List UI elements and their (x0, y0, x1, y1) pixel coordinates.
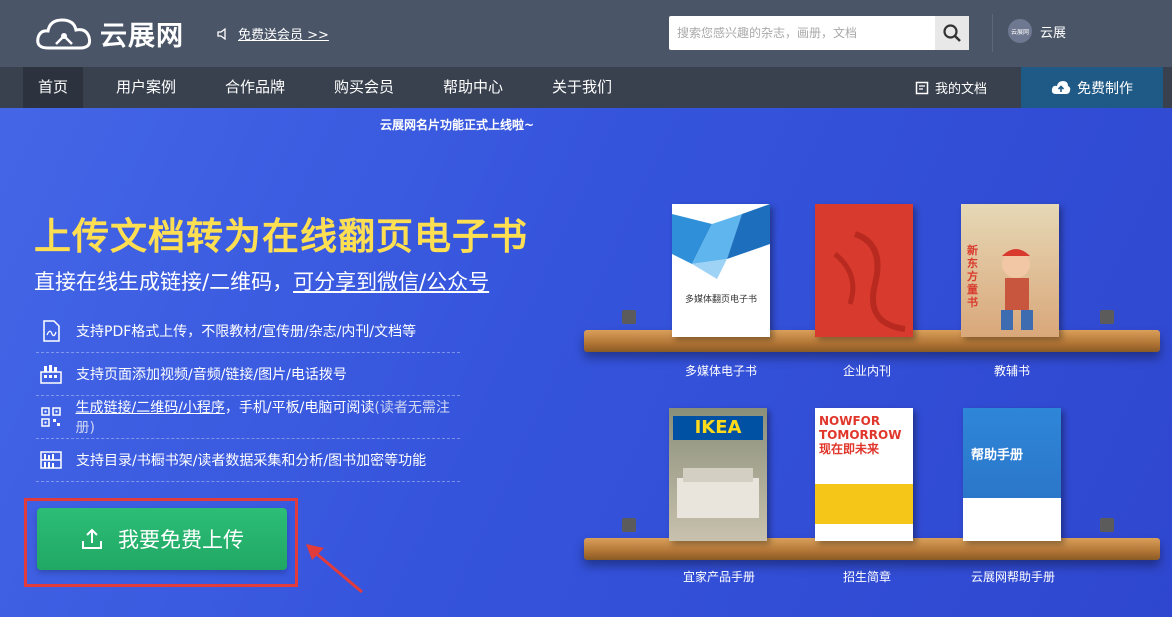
hero-subline: 直接在线生成链接/二维码，可分享到微信/公众号 (34, 266, 489, 296)
shelf-bracket (1100, 518, 1114, 532)
header-divider (992, 14, 993, 52)
feature-text-rest: ，手机/平板/电脑可阅读 (224, 400, 375, 416)
book-cover-title: NOWFOR TOMORROW 现在即未来 (819, 414, 902, 456)
nav-item-cases[interactable]: 用户案例 (104, 67, 188, 108)
nav-item-membership[interactable]: 购买会员 (322, 67, 406, 108)
feature-item: 支持目录/书橱书架/读者数据采集和分析/图书加密等功能 (36, 439, 460, 482)
book-cover-title: 新东方童书 (967, 244, 978, 309)
shelf-bracket (622, 310, 636, 324)
search-bar (669, 16, 969, 50)
feature-text: 支持目录/书橱书架/读者数据采集和分析/图书加密等功能 (76, 453, 427, 469)
nav-item-brands[interactable]: 合作品牌 (213, 67, 297, 108)
red-arrow-icon (306, 544, 363, 594)
subline-prefix: 直接在线生成链接/二维码， (34, 270, 294, 294)
book-tutoring[interactable]: 新东方童书 (961, 204, 1059, 337)
book-cover-art (833, 231, 906, 332)
hero-headline: 上传文档转为在线翻页电子书 (34, 215, 528, 258)
feature-item: 支持页面添加视频/音频/链接/图片/电话拨号 (36, 353, 460, 396)
book-label: 招生简章 (842, 570, 891, 584)
search-icon (943, 24, 961, 42)
my-documents-link[interactable]: 我的文档 (915, 67, 987, 108)
book-help-manual[interactable]: 帮助手册 (963, 408, 1061, 541)
media-icon (40, 363, 62, 385)
book-label: 宜家产品手册 (682, 570, 755, 584)
upload-icon (82, 528, 102, 549)
book-cover-title: IKEA (673, 416, 763, 440)
bookshelf-bottom (584, 538, 1160, 560)
document-icon (915, 81, 929, 94)
book-label: 多媒体电子书 (684, 364, 757, 378)
pdf-icon (40, 320, 62, 342)
shelf-bracket (622, 518, 636, 532)
avatar: 云展网 (1008, 19, 1032, 43)
free-upload-button[interactable]: 我要免费上传 (37, 508, 287, 570)
subline-link: 可分享到微信/公众号 (293, 270, 490, 294)
book-ikea[interactable]: IKEA (669, 408, 767, 541)
nav-item-help[interactable]: 帮助中心 (431, 67, 515, 108)
feature-item: 生成链接/二维码/小程序，手机/平板/电脑可阅读(读者无需注册) (36, 396, 460, 439)
cloud-upload-icon (1051, 80, 1071, 94)
feature-list: 支持PDF格式上传，不限教材/宣传册/杂志/内刊/文档等 支持页面添加视频/音频… (36, 310, 460, 482)
book-cover-art (672, 204, 770, 279)
book-label: 企业内刊 (842, 364, 891, 378)
feature-text: 支持PDF格式上传，不限教材/宣传册/杂志/内刊/文档等 (76, 324, 417, 340)
book-cover-title: 帮助手册 (971, 448, 1024, 463)
upload-label: 我要免费上传 (118, 528, 244, 552)
feature-link[interactable]: 生成链接/二维码/小程序 (75, 400, 224, 416)
shelf-bracket (1100, 310, 1114, 324)
feature-item: 支持PDF格式上传，不限教材/宣传册/杂志/内刊/文档等 (36, 310, 460, 353)
book-internal-magazine[interactable] (815, 204, 913, 337)
feature-text: 支持页面添加视频/音频/链接/图片/电话拨号 (76, 367, 347, 383)
user-menu[interactable]: 云展网 云展 (1008, 19, 1066, 43)
book-cover-title: 多媒体翻页电子书 (684, 295, 757, 305)
logo-text: 云展网 (100, 21, 184, 52)
search-input[interactable] (669, 16, 935, 50)
nav-item-about[interactable]: 关于我们 (540, 67, 624, 108)
site-logo[interactable]: 云展网 (34, 14, 184, 53)
cloud-logo-icon (36, 17, 92, 49)
feature-text: 生成链接/二维码/小程序，手机/平板/电脑可阅读(读者无需注册) (75, 397, 460, 437)
my-documents-label: 我的文档 (935, 82, 988, 97)
nav-item-home[interactable]: 首页 (23, 67, 83, 108)
qrcode-icon (40, 406, 61, 428)
promo: 免费送会员 >> (216, 24, 329, 43)
book-admission-guide[interactable]: NOWFOR TOMORROW 现在即未来 (815, 408, 913, 541)
user-name: 云展 (1040, 25, 1067, 41)
book-label: 云展网帮助手册 (970, 570, 1055, 584)
notice-text[interactable]: 云展网名片功能正式上线啦~ (380, 116, 534, 133)
book-label: 教辅书 (993, 364, 1030, 378)
main-nav: 首页 用户案例 合作品牌 购买会员 帮助中心 关于我们 我的文档 (0, 67, 1172, 108)
promo-link[interactable]: 免费送会员 >> (238, 24, 329, 43)
free-create-label: 免费制作 (1077, 80, 1133, 97)
speaker-icon (217, 27, 226, 40)
book-multimedia[interactable]: 多媒体翻页电子书 (672, 204, 770, 337)
bookshelf-icon (40, 449, 62, 471)
top-header: 云展网 免费送会员 >> 云展网 云展 (0, 0, 1172, 67)
search-button[interactable] (935, 16, 969, 50)
free-create-button[interactable]: 免费制作 (1021, 67, 1163, 108)
